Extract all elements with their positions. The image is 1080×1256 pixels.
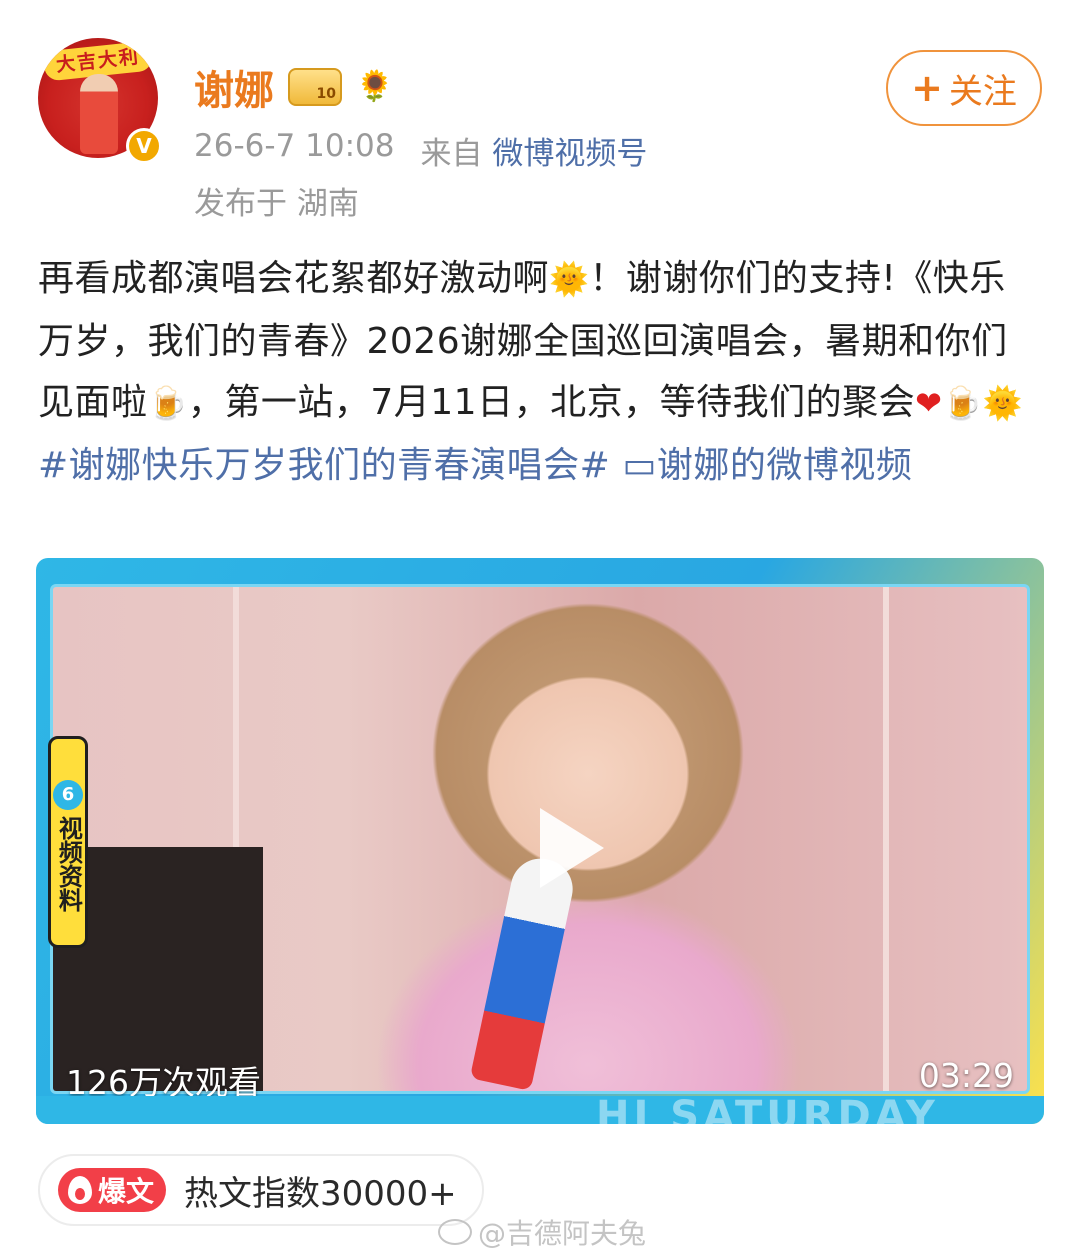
post-location: 发布于 湖南 [194, 186, 359, 222]
follow-button[interactable]: + 关注 [886, 50, 1042, 126]
video-link-label: 谢娜的微博视频 [656, 444, 913, 486]
weibo-logo-icon [437, 1219, 472, 1245]
member-crown-icon[interactable] [288, 68, 342, 106]
video-side-tag: 6 视频资料 [48, 736, 88, 948]
sunflower-icon[interactable]: 🌻 [356, 72, 393, 102]
hot-post-badge[interactable]: 爆文 热文指数30000+ [38, 1154, 484, 1226]
hot-index-text: 热文指数30000+ [184, 1173, 457, 1214]
beer-emoji-icon: 🍺 [147, 384, 188, 422]
video-player[interactable]: 6 视频资料 126万次观看 03:29 HI SATURDAY [36, 558, 1044, 1124]
post-content: 再看成都演唱会花絮都好激动啊🌞！谢谢你们的支持!《快乐万岁，我们的青春》2026… [38, 248, 1042, 496]
plus-icon: + [911, 66, 943, 110]
post-text-part-1: 再看成都演唱会花絮都好激动啊 [38, 258, 550, 299]
video-link[interactable]: ▭谢娜的微博视频 [622, 445, 912, 486]
hashtag-link[interactable]: #谢娜快乐万岁我们的青春演唱会# [38, 445, 610, 486]
source-link[interactable]: 微博视频号 [492, 136, 647, 172]
watermark-text: @吉德阿夫兔 [477, 1217, 646, 1250]
hot-tag-label: 爆文 [98, 1175, 155, 1208]
hot-tag: 爆文 [58, 1168, 167, 1212]
video-duration: 03:29 [918, 1056, 1014, 1095]
follow-label: 关注 [948, 71, 1017, 112]
wall-line [883, 587, 889, 1091]
verified-badge-icon: V [126, 128, 162, 164]
post-source: 来自 微博视频号 [420, 128, 647, 173]
heart-emoji-icon: ❤ [915, 384, 943, 422]
play-icon[interactable] [540, 808, 604, 888]
source-from-label: 来自 [420, 136, 483, 172]
watermark: @吉德阿夫兔 [437, 1212, 646, 1252]
video-bottom-strip: HI SATURDAY [36, 1096, 1044, 1124]
fire-icon [68, 1176, 92, 1204]
post-text-part-3: ，第一站，7月11日，北京，等待我们的聚会 [187, 382, 916, 423]
video-camera-icon: ▭ [622, 444, 657, 486]
side-tag-text: 视频资料 [54, 816, 83, 912]
user-name[interactable]: 谢娜 [194, 58, 274, 116]
post-timestamp: 26-6-7 10:08 [194, 128, 395, 164]
smile-emoji-icon: 🌞 [549, 260, 590, 298]
user-name-row: 谢娜 🌻 [194, 58, 393, 116]
avatar-figure [80, 74, 118, 154]
side-tag-number: 6 [53, 780, 83, 810]
smile-emoji-icon-2: 🌞 [982, 384, 1024, 422]
avatar[interactable]: 大吉大利 V [38, 38, 164, 164]
post-meta: 26-6-7 10:08 来自 微博视频号 [194, 128, 647, 173]
beer-emoji-icon-2: 🍺 [942, 384, 983, 422]
